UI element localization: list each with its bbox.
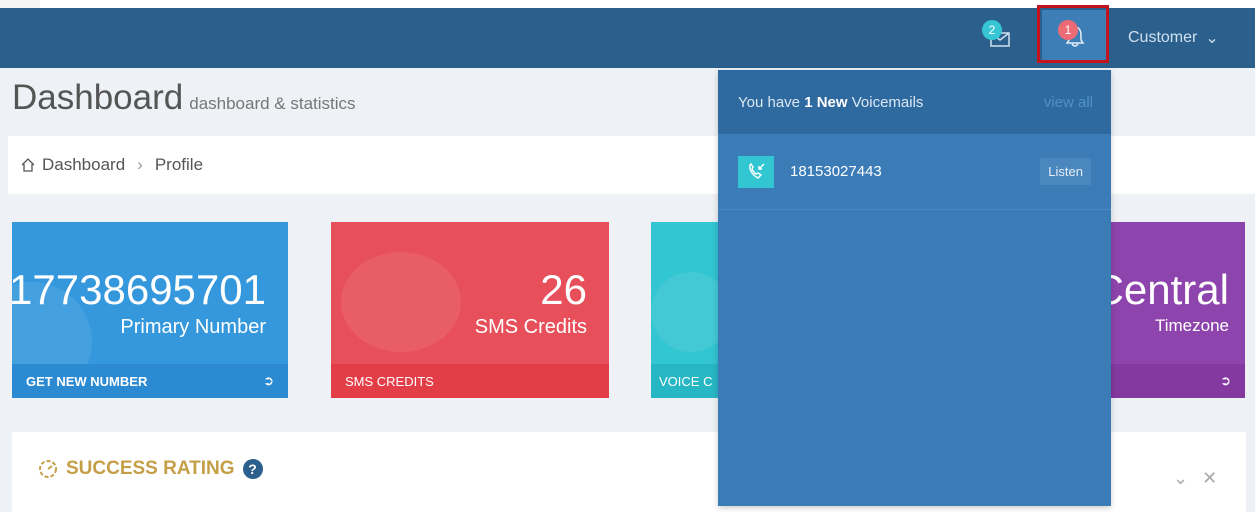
get-new-number-link[interactable]: GET NEW NUMBER ➲ bbox=[12, 364, 288, 398]
tile-primary-number: 17738695701 Primary Number GET NEW NUMBE… bbox=[12, 222, 288, 398]
portlet-title: SUCCESS RATING ? bbox=[38, 458, 263, 480]
voicemail-item[interactable]: 18153027443 Listen bbox=[718, 134, 1111, 210]
page-title-text: Dashboard bbox=[12, 78, 184, 117]
voice-credits-link[interactable]: VOICE C bbox=[651, 364, 721, 398]
breadcrumb-separator: › bbox=[137, 155, 143, 174]
close-icon[interactable]: ✕ bbox=[1202, 468, 1217, 489]
user-name: Customer bbox=[1128, 29, 1198, 46]
tile-timezone: Central Timezone ➲ bbox=[1110, 222, 1245, 398]
primary-number-value: 17738695701 bbox=[12, 266, 266, 313]
timezone-value: Central bbox=[1110, 266, 1229, 313]
top-strip bbox=[0, 0, 1255, 8]
notification-dropdown: You have 1 New Voicemails view all 18153… bbox=[718, 70, 1111, 506]
portlet-title-text: SUCCESS RATING bbox=[66, 458, 235, 479]
bell-badge: 1 bbox=[1058, 20, 1078, 40]
sms-credits-link[interactable]: SMS CREDITS bbox=[331, 364, 609, 398]
chevron-down-icon: ⌄ bbox=[1205, 30, 1219, 47]
mail-button[interactable] bbox=[975, 8, 1025, 68]
collapse-icon[interactable]: ⌄ bbox=[1173, 468, 1188, 489]
dropdown-header: You have 1 New Voicemails view all bbox=[718, 70, 1111, 134]
sms-credits-label: SMS Credits bbox=[474, 316, 587, 338]
page-title: Dashboard dashboard & statistics bbox=[12, 78, 356, 118]
get-new-number-label: GET NEW NUMBER bbox=[26, 373, 148, 389]
user-menu[interactable]: Customer ⌄ bbox=[1128, 8, 1219, 68]
timezone-label: Timezone bbox=[1154, 316, 1229, 335]
breadcrumb-current: Profile bbox=[154, 155, 204, 174]
tile-voice-credits: VOICE C bbox=[651, 222, 721, 398]
tile-sms-credits: 26 SMS Credits SMS CREDITS bbox=[331, 222, 609, 398]
page-subtitle: dashboard & statistics bbox=[189, 94, 356, 113]
primary-number-label: Primary Number bbox=[120, 316, 266, 338]
sms-credits-footer: SMS CREDITS bbox=[345, 373, 434, 389]
timezone-link[interactable]: ➲ bbox=[1110, 364, 1245, 398]
speedometer-icon bbox=[39, 460, 57, 478]
portlet-tools: ⌄ ✕ bbox=[1173, 468, 1217, 489]
sms-credits-value: 26 bbox=[540, 266, 587, 313]
listen-button[interactable]: Listen bbox=[1040, 158, 1091, 185]
incoming-call-icon bbox=[738, 155, 774, 188]
breadcrumb-home-label: Dashboard bbox=[42, 155, 126, 174]
arrow-circle-right-icon: ➲ bbox=[1220, 373, 1231, 388]
mail-badge: 2 bbox=[982, 20, 1002, 40]
home-icon bbox=[21, 158, 35, 172]
breadcrumb-home[interactable]: Dashboard bbox=[20, 155, 125, 175]
question-circle-icon[interactable]: ? bbox=[242, 459, 263, 479]
voice-credits-footer: VOICE C bbox=[659, 373, 713, 389]
view-all-link[interactable]: view all bbox=[1044, 94, 1093, 111]
arrow-circle-right-icon: ➲ bbox=[263, 373, 274, 388]
dropdown-header-text: You have 1 New Voicemails bbox=[738, 93, 924, 111]
voicemail-number: 18153027443 bbox=[790, 163, 882, 180]
